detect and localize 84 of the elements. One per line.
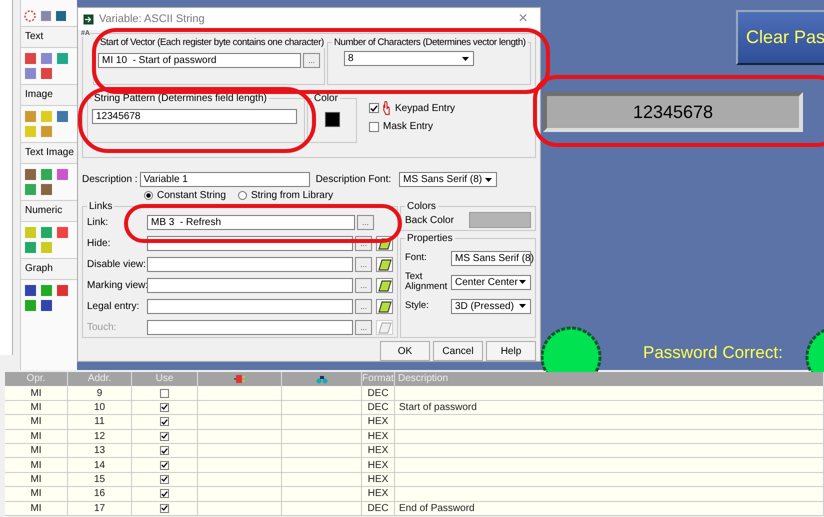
checkbox[interactable] <box>160 474 169 484</box>
group-label: Number of Characters (Determines vector length) <box>333 37 527 48</box>
field-label: Link: <box>87 217 110 228</box>
caret-icon <box>462 56 469 60</box>
dialog-button[interactable]: OK <box>380 341 430 361</box>
eraser-button[interactable] <box>376 257 394 272</box>
dialog-button[interactable]: Cancel <box>433 341 483 361</box>
field-label: Description : <box>82 174 138 185</box>
table-cell: End of Password <box>395 502 824 516</box>
link-field[interactable] <box>146 320 354 335</box>
checkbox[interactable] <box>160 446 169 456</box>
plug-icon <box>234 374 246 384</box>
checkbox-label: Keypad Entry <box>395 102 456 114</box>
field-label: Description Font: <box>316 174 392 185</box>
link-field[interactable]: MB 3 - Refresh <box>147 215 355 230</box>
field-label: Hide: <box>87 238 112 249</box>
group-label: Color <box>313 93 339 104</box>
checkbox[interactable] <box>160 460 169 470</box>
checkbox[interactable] <box>160 388 169 398</box>
group-label: Links <box>88 201 114 212</box>
palette-section[interactable]: Text Image <box>21 142 77 164</box>
checkbox[interactable] <box>160 432 169 441</box>
palette-section[interactable]: Graph <box>21 258 77 280</box>
browse-button[interactable]: ... <box>355 278 372 293</box>
table-cell: MI <box>5 502 68 516</box>
group-label: Start of Vector (Each register byte contains one character) <box>99 37 325 48</box>
checkbox[interactable] <box>160 489 169 498</box>
palette-section[interactable]: Image <box>21 84 77 106</box>
field-label: Touch: <box>87 322 118 333</box>
field-label: Disable view: <box>87 259 145 270</box>
checkbox-label: Mask Entry <box>383 121 434 132</box>
window-icon <box>83 14 94 24</box>
pattern-field[interactable]: 12345678 <box>92 109 297 124</box>
group-label: Properties <box>406 233 454 244</box>
group-label: Colors <box>406 201 437 212</box>
table-cell: DEC <box>362 502 395 516</box>
description-field[interactable]: Variable 1 <box>140 172 310 187</box>
checkbox[interactable] <box>160 402 169 412</box>
color-swatch[interactable] <box>324 112 340 127</box>
radio-button[interactable] <box>144 191 153 200</box>
binoculars-icon <box>316 374 328 384</box>
vector-field[interactable]: MI 10 - Start of password <box>98 53 302 68</box>
property-dropdown[interactable]: MS Sans Serif (8) <box>451 250 531 266</box>
link-field[interactable] <box>147 278 354 293</box>
checkbox[interactable] <box>369 122 379 132</box>
eraser-button[interactable] <box>376 299 393 314</box>
link-field[interactable] <box>147 257 354 272</box>
browse-button[interactable]: ... <box>303 53 320 68</box>
property-dropdown[interactable]: Center Center <box>451 274 531 290</box>
color-swatch[interactable] <box>469 212 531 228</box>
field-label: Font: <box>405 253 428 263</box>
radio-label: String from Library <box>250 190 334 201</box>
window-title: Variable: ASCII String <box>99 13 206 25</box>
password-display[interactable]: 12345678 <box>543 92 803 132</box>
hand-icon <box>383 101 391 115</box>
caret-icon <box>519 280 526 284</box>
browse-button[interactable]: ... <box>357 215 374 230</box>
browse-button[interactable]: ... <box>355 299 372 314</box>
field-label: Legal entry: <box>87 301 140 312</box>
link-field[interactable] <box>146 299 354 314</box>
group-label: String Pattern (Determines field length) <box>93 93 268 104</box>
status-label: Password Correct: <box>643 343 783 363</box>
field-label: Text Alignment <box>405 272 448 292</box>
radio-label: Constant String <box>157 190 226 201</box>
field-label: Back Color <box>405 214 454 226</box>
caret-icon <box>485 178 492 182</box>
checkbox[interactable] <box>160 504 169 513</box>
property-dropdown[interactable]: 3D (Pressed) <box>451 298 531 314</box>
caret-icon <box>519 304 526 308</box>
palette-section[interactable]: Numeric <box>21 200 77 222</box>
browse-button[interactable]: ... <box>355 257 372 272</box>
radio-button[interactable] <box>238 191 247 200</box>
field-label: Style: <box>405 301 430 311</box>
table-cell: 17 <box>68 502 132 516</box>
count-dropdown[interactable]: 8 <box>344 51 474 66</box>
font-dropdown[interactable]: MS Sans Serif (8) <box>399 172 498 187</box>
checkbox[interactable] <box>369 103 379 113</box>
dialog-button[interactable]: Help <box>486 341 536 361</box>
field-label: Marking view: <box>87 280 145 291</box>
eraser-button[interactable] <box>376 278 394 293</box>
palette-section[interactable]: Text <box>21 26 77 48</box>
checkbox[interactable] <box>160 417 169 426</box>
clear-password-button[interactable]: Clear Pas <box>736 10 824 65</box>
close-button[interactable]: × <box>506 10 540 28</box>
